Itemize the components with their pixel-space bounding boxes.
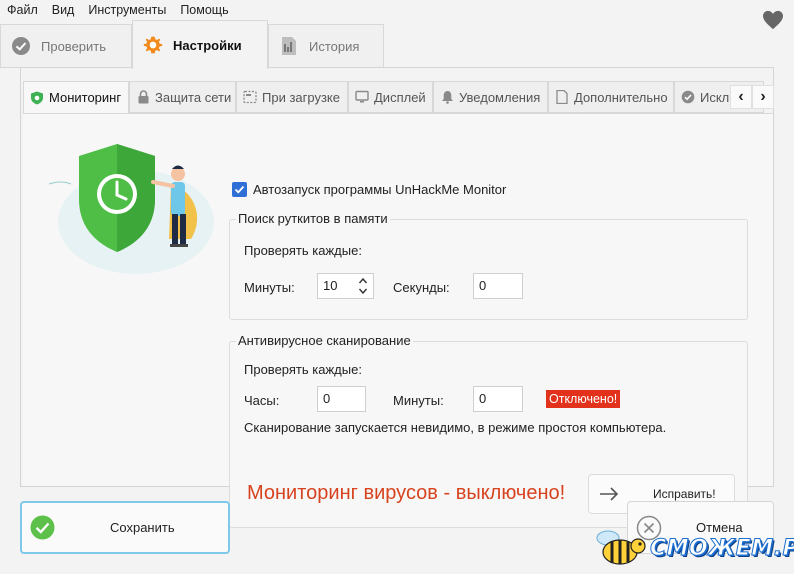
subtab-network-label: Защита сети xyxy=(155,89,232,105)
subtab-advanced-label: Дополнительно xyxy=(574,89,668,105)
tab-history[interactable]: История xyxy=(268,24,384,68)
subtab-startup-label: При загрузке xyxy=(262,89,340,105)
subtab-display-label: Дисплей xyxy=(374,89,426,105)
shield-icon xyxy=(30,91,44,105)
arrow-right-icon xyxy=(600,487,619,501)
scroll-right-button[interactable]: › xyxy=(752,85,774,109)
subtab-notifications[interactable]: Уведомления xyxy=(433,81,548,113)
antivirus-hours-field[interactable]: 0 xyxy=(317,386,366,412)
rootkit-seconds-label: Секунды: xyxy=(393,280,450,295)
check-circle-icon xyxy=(681,90,695,104)
check-circle-icon xyxy=(11,36,31,56)
check-circle-icon xyxy=(30,515,55,540)
antivirus-hours-value: 0 xyxy=(323,391,331,406)
history-icon xyxy=(279,36,299,56)
bee-logo-icon xyxy=(596,530,646,565)
watermark: СМОЖЕМ.РУ xyxy=(590,522,794,571)
settings-panel: Мониторинг Защита сети При загрузке Дисп… xyxy=(20,67,774,528)
status-badge: Отключено! xyxy=(546,390,621,408)
antivirus-note: Сканирование запускается невидимо, в реж… xyxy=(244,420,667,435)
antivirus-scan-group: Антивирусное сканирование Проверять кажд… xyxy=(229,333,748,528)
tab-check[interactable]: Проверить xyxy=(0,24,132,68)
document-icon xyxy=(555,90,569,104)
checkbox-checked-icon[interactable] xyxy=(232,182,247,197)
antivirus-check-every-label: Проверять каждые: xyxy=(244,362,362,377)
main-tabs: Проверить Настройки История xyxy=(0,20,794,69)
subtab-monitoring-label: Мониторинг xyxy=(49,90,122,105)
rootkit-seconds-field[interactable]: 0 xyxy=(473,273,523,299)
lock-icon xyxy=(136,90,150,104)
tab-settings[interactable]: Настройки xyxy=(132,20,268,69)
rootkit-seconds-value: 0 xyxy=(479,278,487,293)
subtab-startup[interactable]: При загрузке xyxy=(236,81,348,113)
save-button-label: Сохранить xyxy=(110,520,175,535)
monitor-icon xyxy=(355,90,369,104)
subtab-network[interactable]: Защита сети xyxy=(129,81,236,113)
antivirus-minutes-value: 0 xyxy=(479,391,487,406)
subtab-advanced[interactable]: Дополнительно xyxy=(548,81,674,113)
autorun-label: Автозапуск программы UnHackMe Monitor xyxy=(253,182,507,197)
antivirus-group-title: Антивирусное сканирование xyxy=(236,333,413,348)
antivirus-hours-label: Часы: xyxy=(244,393,280,408)
rootkit-scan-group: Поиск руткитов в памяти Проверять каждые… xyxy=(229,211,748,320)
stepper-arrows-icon[interactable] xyxy=(357,276,369,296)
tab-settings-label: Настройки xyxy=(173,37,242,53)
monitoring-content: Автозапуск программы UnHackMe Monitor По… xyxy=(23,113,773,528)
rootkit-group-title: Поиск руткитов в памяти xyxy=(236,211,390,226)
menu-help[interactable]: Помощь xyxy=(180,3,228,17)
watermark-text: СМОЖЕМ.РУ xyxy=(650,536,794,562)
antivirus-minutes-label: Минуты: xyxy=(393,393,444,408)
subtab-monitoring[interactable]: Мониторинг xyxy=(23,81,129,113)
menu-tools[interactable]: Инструменты xyxy=(88,3,166,17)
tab-history-label: История xyxy=(309,38,360,54)
subtab-notifications-label: Уведомления xyxy=(459,89,541,105)
menu-bar: Файл Вид Инструменты Помощь xyxy=(0,0,794,20)
fix-button-label: Исправить! xyxy=(653,487,716,501)
gear-icon xyxy=(143,35,163,55)
bell-icon xyxy=(440,90,454,104)
antivirus-minutes-field[interactable]: 0 xyxy=(473,386,523,412)
subtab-exclusions-label: Искл xyxy=(700,89,730,105)
rootkit-minutes-label: Минуты: xyxy=(244,280,295,295)
tab-check-label: Проверить xyxy=(41,38,107,54)
save-button[interactable]: Сохранить xyxy=(20,501,230,554)
settings-subtabs: Мониторинг Защита сети При загрузке Дисп… xyxy=(23,81,773,113)
menu-file[interactable]: Файл xyxy=(7,3,38,17)
autorun-checkbox[interactable]: Автозапуск программы UnHackMe Monitor xyxy=(232,182,506,197)
virus-monitoring-warning: Мониторинг вирусов - выключено! xyxy=(247,482,566,504)
scroll-left-button[interactable]: ‹ xyxy=(730,85,752,109)
subtab-display[interactable]: Дисплей xyxy=(348,81,433,113)
startup-icon xyxy=(243,90,257,104)
rootkit-minutes-stepper[interactable]: 10 xyxy=(317,273,374,299)
shield-clock-illustration xyxy=(48,144,214,274)
menu-view[interactable]: Вид xyxy=(52,3,75,17)
rootkit-check-every-label: Проверять каждые: xyxy=(244,243,362,258)
rootkit-minutes-value: 10 xyxy=(323,278,338,293)
